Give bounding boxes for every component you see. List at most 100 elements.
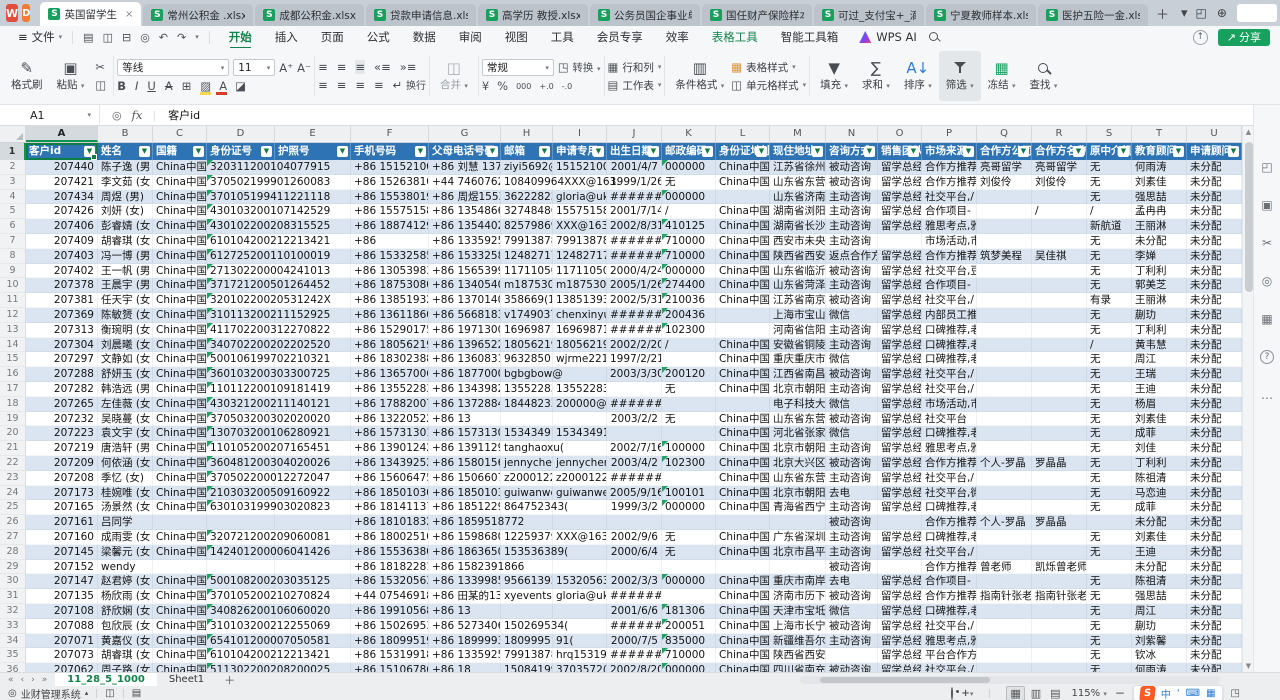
cell[interactable]: 主动咨询 — [826, 204, 878, 219]
cell[interactable] — [977, 648, 1032, 663]
column-header-A[interactable]: A — [26, 126, 98, 142]
cell[interactable]: China中国 — [716, 530, 770, 545]
cell[interactable]: 无 — [1087, 175, 1132, 190]
cell[interactable]: 16969871(2 — [501, 323, 553, 338]
select-all-corner[interactable] — [0, 126, 26, 142]
cell[interactable]: 陈敏赟 (女 — [98, 308, 153, 323]
cell[interactable] — [1032, 323, 1087, 338]
horizontal-scrollbar[interactable] — [800, 676, 1220, 684]
cell[interactable]: 济南市历下 — [770, 589, 826, 604]
cell[interactable]: 210036 — [662, 293, 716, 308]
cell[interactable]: 被动咨询 — [826, 412, 878, 427]
cell[interactable] — [977, 234, 1032, 249]
cell[interactable] — [878, 560, 922, 575]
cell[interactable]: +86 1899993716 — [429, 634, 501, 649]
cell[interactable]: 重庆市南岸 — [770, 574, 826, 589]
cell[interactable] — [977, 219, 1032, 234]
sheet-tab-11_28_5_1000[interactable]: 11_28_5_1000 — [55, 673, 157, 686]
cell[interactable] — [977, 486, 1032, 501]
row-header[interactable]: 16 — [0, 367, 26, 382]
cell[interactable]: / — [662, 204, 716, 219]
cell[interactable]: 无 — [1087, 308, 1132, 323]
cell[interactable]: hrq153199( — [553, 648, 607, 663]
name-box[interactable]: A1 ▾ — [0, 105, 100, 125]
cell[interactable]: China中国 — [153, 589, 207, 604]
cell[interactable]: +86 1851229020 — [429, 500, 501, 515]
cell[interactable]: +86 1859518772 — [429, 515, 501, 530]
cell[interactable]: 社交平台 — [922, 412, 977, 427]
column-header-H[interactable]: H — [501, 126, 553, 142]
cell[interactable]: 710000 — [662, 234, 716, 249]
cell[interactable] — [1032, 382, 1087, 397]
cell[interactable]: 3703572( — [553, 663, 607, 672]
cell[interactable]: 主动咨询 — [826, 545, 878, 560]
cell[interactable]: ######## — [607, 648, 662, 663]
conditional-format-button[interactable]: ▥ 条件格式 ▾ — [668, 51, 731, 101]
cell[interactable]: 山东省临沂 — [770, 264, 826, 279]
cell[interactable]: 340702200202202520 — [207, 338, 275, 353]
caret-down-icon[interactable]: ▾ — [195, 33, 199, 41]
wrap-text-icon[interactable]: ↵ 换行 — [393, 77, 426, 92]
cell[interactable]: ######## — [607, 190, 662, 205]
cell[interactable]: China中国 — [153, 530, 207, 545]
cell[interactable]: 630103199903020823 — [207, 500, 275, 515]
cell[interactable] — [716, 560, 770, 575]
cell[interactable]: guiwanwei( — [501, 486, 553, 501]
cell[interactable]: +86 13 — [429, 604, 501, 619]
column-header-E[interactable]: E — [275, 126, 351, 142]
cell[interactable]: 杨欣雨 (女 — [98, 589, 153, 604]
cell[interactable]: 口碑推荐,老 — [922, 323, 977, 338]
cell[interactable]: +86 — [351, 234, 429, 249]
page-break-view-icon[interactable]: ▤ — [1047, 687, 1063, 700]
cell[interactable]: 胡睿琪 (女 — [98, 648, 153, 663]
last-sheet-icon[interactable]: » — [42, 675, 48, 685]
cell[interactable]: 207402 — [26, 264, 98, 279]
row-header[interactable]: 20 — [0, 426, 26, 441]
cell[interactable]: 207165 — [26, 500, 98, 515]
cell[interactable]: +86 13439252 — [351, 456, 429, 471]
cell[interactable] — [770, 560, 826, 575]
document-tab[interactable]: S英国留学生× — [40, 2, 141, 26]
cell[interactable]: 430102200208315525 — [207, 219, 275, 234]
cell[interactable]: 留学总经办 — [878, 456, 922, 471]
cell[interactable]: ######## — [607, 589, 662, 604]
cell[interactable]: 袁文宇 (女 — [98, 426, 153, 441]
cell[interactable] — [1032, 604, 1087, 619]
cell[interactable]: 郭美芝 — [1132, 278, 1187, 293]
cell[interactable]: guiwanwei( — [553, 486, 607, 501]
cell[interactable]: 无 — [1087, 160, 1132, 175]
cell[interactable]: China中国 — [153, 441, 207, 456]
menu-item-智能工具箱[interactable]: 智能工具箱 — [770, 27, 850, 47]
cell[interactable]: 主动咨询 — [826, 471, 878, 486]
cell[interactable]: 留学总经办 — [878, 648, 922, 663]
cell[interactable]: 口碑推荐,老 — [922, 338, 977, 353]
more-icon[interactable]: … — [1261, 388, 1273, 402]
menu-item-页面[interactable]: 页面 — [310, 27, 355, 47]
cell[interactable]: 微信 — [826, 352, 878, 367]
eraser-icon[interactable]: ◪ — [235, 79, 246, 93]
cell[interactable]: +86 18 — [429, 663, 501, 672]
header-cell[interactable]: 市场来源▼ — [922, 143, 977, 160]
document-tab[interactable]: S成都公积金.xlsx — [255, 4, 364, 26]
cell[interactable]: 山东省东营 — [770, 175, 826, 190]
cell[interactable] — [977, 619, 1032, 634]
cell[interactable]: 陈祖清 — [1132, 574, 1187, 589]
cell[interactable] — [1032, 219, 1087, 234]
cell[interactable]: 留学总经办 — [878, 500, 922, 515]
cell[interactable]: 未分配 — [1187, 382, 1242, 397]
cell[interactable]: 内部员工推 — [922, 308, 977, 323]
cell[interactable]: 864752343( — [501, 500, 553, 515]
cell[interactable]: 207381 — [26, 293, 98, 308]
cell[interactable]: China中国 — [153, 278, 207, 293]
header-cell[interactable]: 合作方公司▼ — [977, 143, 1032, 160]
cell[interactable]: 未分配 — [1187, 278, 1242, 293]
normal-view-icon[interactable]: ▦ — [1006, 686, 1024, 700]
cell[interactable] — [977, 545, 1032, 560]
header-cell[interactable]: 身份证号▼ — [207, 143, 275, 160]
table-style-button[interactable]: 表格样式 — [746, 60, 788, 75]
cell[interactable]: China中国 — [716, 456, 770, 471]
cell[interactable]: 799138782 — [553, 234, 607, 249]
cell[interactable]: 马恋迪 — [1132, 486, 1187, 501]
cell[interactable]: 未分配 — [1187, 308, 1242, 323]
cell[interactable]: China中国 — [716, 234, 770, 249]
